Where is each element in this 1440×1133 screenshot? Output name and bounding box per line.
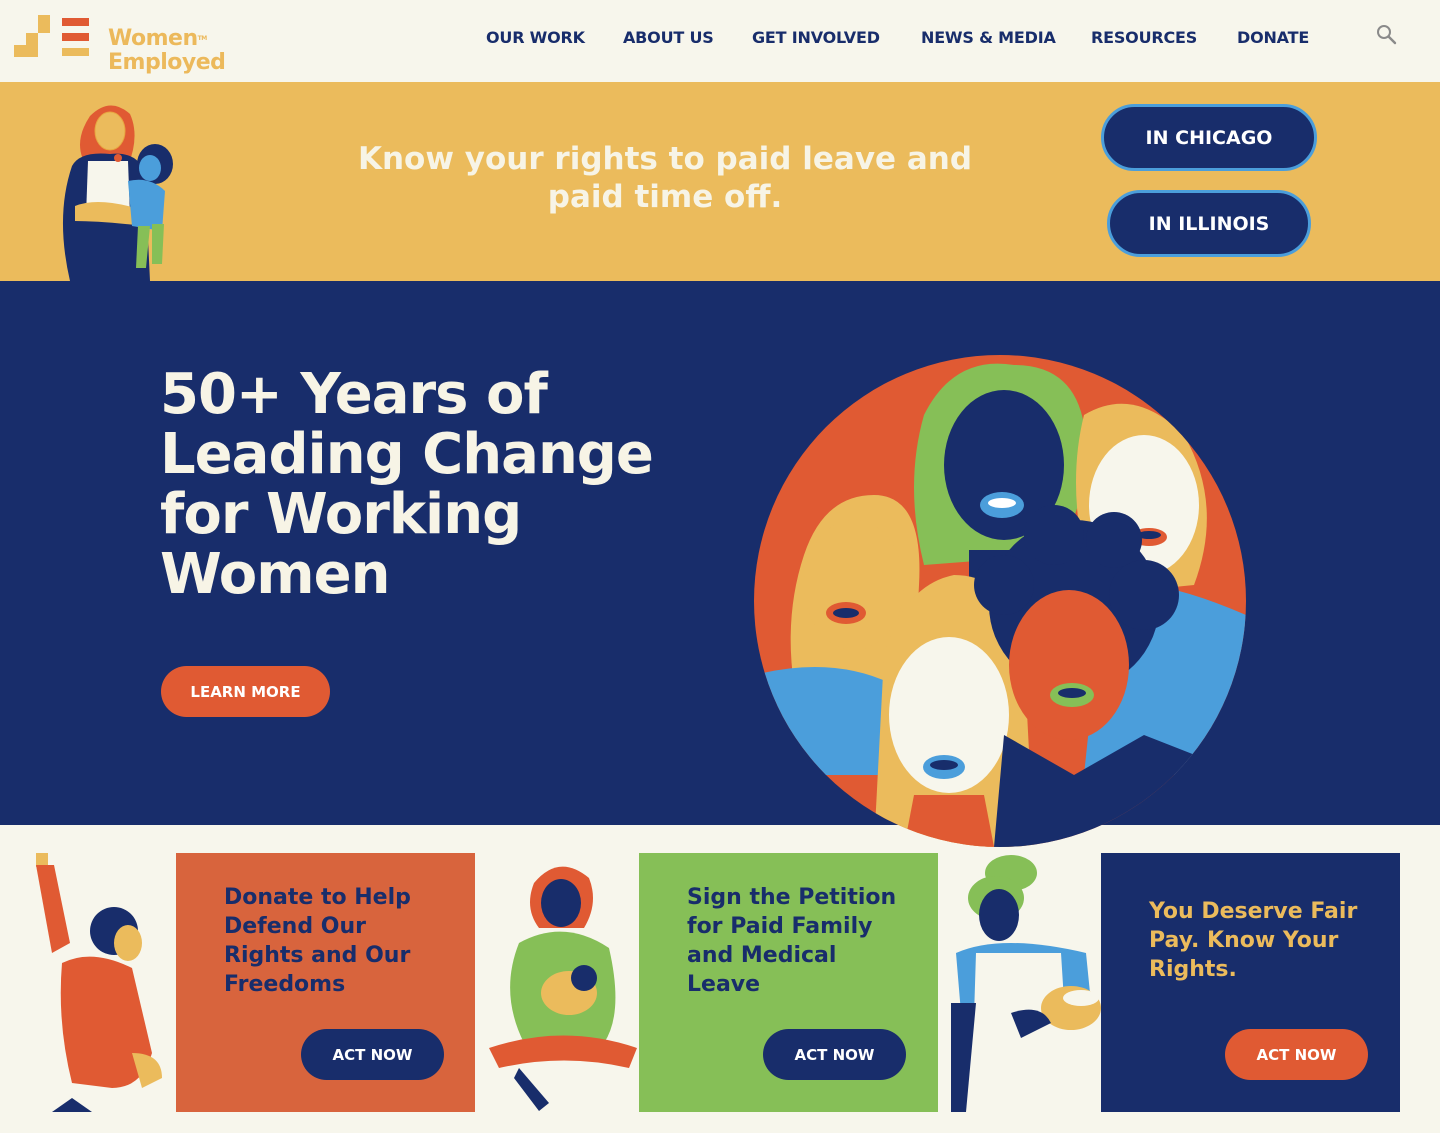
nursing-mother-illustration [489,866,637,1111]
fair-pay-act-now-button[interactable]: ACT NOW [1225,1029,1368,1080]
logo-line1: Women [108,26,198,51]
logo-text: WomenTM Employed [108,26,226,75]
banner-text: Know your rights to paid leave and paid … [357,141,973,215]
paid-leave-banner: Know your rights to paid leave and paid … [0,82,1440,281]
fair-pay-card: You Deserve Fair Pay. Know Your Rights. … [1101,853,1400,1112]
petition-card: Sign the Petition for Paid Family and Me… [639,853,938,1112]
nav-news-media[interactable]: NEWS & MEDIA [921,28,1056,47]
fair-pay-card-title: You Deserve Fair Pay. Know Your Rights. [1149,899,1358,982]
donate-card-title: Donate to Help Defend Our Rights and Our… [224,885,411,997]
nav-donate[interactable]: DONATE [1237,28,1309,47]
donate-card: Donate to Help Defend Our Rights and Our… [176,853,475,1112]
in-chicago-button[interactable]: IN CHICAGO [1101,104,1317,171]
logo-line2: Employed [108,50,226,75]
raised-fist-woman-illustration [36,853,162,1112]
donate-act-now-button[interactable]: ACT NOW [301,1029,444,1080]
hero-title: 50+ Years of Leading Change for Working … [160,362,654,607]
learn-more-button[interactable]: LEARN MORE [161,666,330,717]
logo-tm: TM [197,35,208,42]
logo-mark [14,15,89,57]
logo[interactable]: WomenTM Employed [14,15,226,75]
mother-child-illustration [62,105,173,281]
worker-woman-illustration [951,855,1101,1112]
petition-act-now-button[interactable]: ACT NOW [763,1029,906,1080]
site-header: WomenTM Employed OUR WORK ABOUT US GET I… [0,0,1440,82]
nav-about-us[interactable]: ABOUT US [623,28,714,47]
petition-card-title: Sign the Petition for Paid Family and Me… [687,885,897,997]
nav-resources[interactable]: RESOURCES [1091,28,1197,47]
women-group-illustration [754,355,1246,847]
nav-our-work[interactable]: OUR WORK [486,28,585,47]
search-icon[interactable] [1376,24,1398,46]
in-illinois-button[interactable]: IN ILLINOIS [1107,190,1311,257]
nav-get-involved[interactable]: GET INVOLVED [752,28,880,47]
